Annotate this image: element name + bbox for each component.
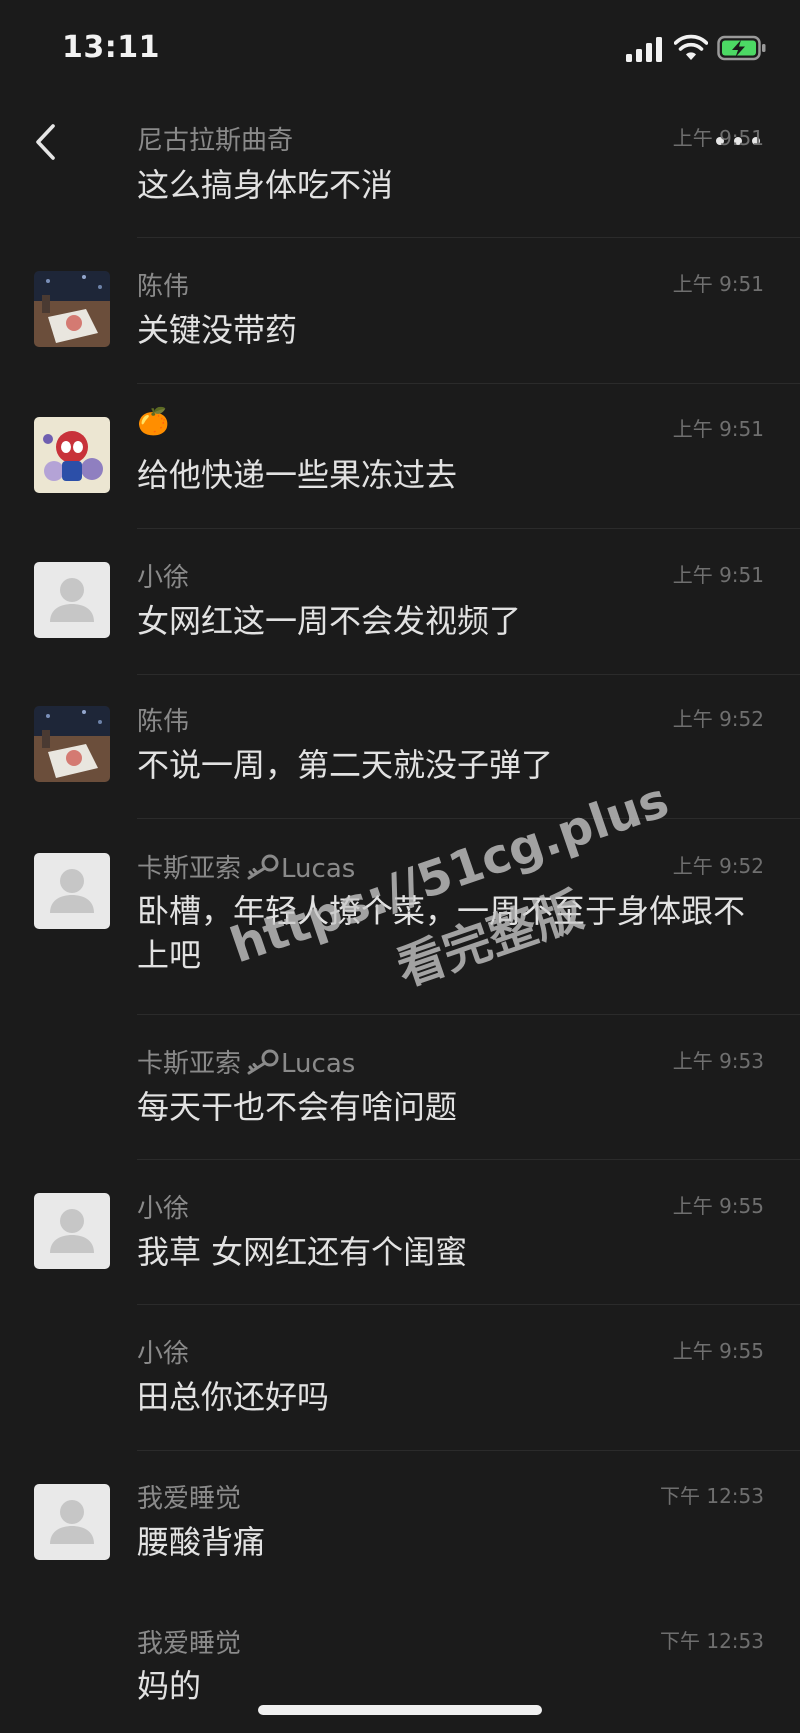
message-time: 上午 9:52: [672, 854, 764, 878]
key-icon: [247, 1049, 279, 1075]
message-text: 关键没带药: [137, 311, 298, 349]
list-item: 卡斯亚索 Lucas 上午 9:52 卧槽，年轻人撩个菜，一周不至于身体跟不上吧: [0, 819, 800, 1015]
message-time: 上午 9:55: [672, 1339, 764, 1363]
message-text: 田总你还好吗: [137, 1378, 330, 1416]
message-text: 卧槽，年轻人撩个菜，一周不至于身体跟不上吧: [137, 892, 746, 974]
message-time: 下午 12:53: [660, 1484, 764, 1508]
list-item: 小徐 上午 9:55 田总你还好吗: [0, 1305, 800, 1451]
sender-name: 小徐: [137, 1194, 190, 1224]
battery-charging-icon: [717, 35, 766, 61]
wifi-icon: [674, 34, 708, 60]
message-time: 上午 9:51: [672, 563, 764, 587]
message-time: 上午 9:55: [672, 1194, 764, 1218]
message-text: 妈的: [137, 1667, 202, 1705]
message-text: 腰酸背痛: [137, 1523, 266, 1561]
message-text: 给他快递一些果冻过去: [137, 456, 458, 494]
sender-name: 陈伟: [137, 707, 190, 737]
message-time: 上午 9:51: [672, 126, 764, 150]
list-item: 陈伟 上午 9:51 关键没带药: [0, 238, 800, 384]
sender-name-prefix: 卡斯亚索: [137, 1049, 242, 1079]
sender-name: 卡斯亚索 Lucas: [137, 1043, 355, 1080]
message-text: 不说一周，第二天就没子弹了: [137, 746, 554, 784]
sender-name: 卡斯亚索 Lucas: [137, 848, 355, 885]
avatar[interactable]: [34, 1484, 110, 1560]
message-time: 上午 9:52: [672, 707, 764, 731]
sender-name: 🍊: [137, 407, 170, 437]
list-item: 小徐 上午 9:51 女网红这一周不会发视频了: [0, 529, 800, 675]
avatar[interactable]: [34, 271, 110, 347]
list-item: 尼古拉斯曲奇 上午 9:51 这么搞身体吃不消: [0, 100, 800, 238]
message-text: 每天干也不会有啥问题: [137, 1088, 458, 1126]
message-text: 我草 女网红还有个闺蜜: [137, 1233, 468, 1271]
message-time: 上午 9:51: [672, 417, 764, 441]
list-item: 陈伟 上午 9:52 不说一周，第二天就没子弹了: [0, 675, 800, 819]
list-item: 🍊 上午 9:51 给他快递一些果冻过去: [0, 384, 800, 529]
list-item: 我爱睡觉 下午 12:53 腰酸背痛: [0, 1451, 800, 1596]
cellular-signal-icon: [626, 37, 662, 62]
message-text: 这么搞身体吃不消: [137, 166, 394, 204]
avatar[interactable]: [34, 417, 110, 493]
home-indicator[interactable]: [258, 1705, 542, 1715]
message-time: 上午 9:53: [672, 1049, 764, 1073]
avatar[interactable]: [34, 1193, 110, 1269]
sender-name: 小徐: [137, 1339, 190, 1369]
sender-name: 小徐: [137, 563, 190, 593]
avatar[interactable]: [34, 562, 110, 638]
message-text: 女网红这一周不会发视频了: [137, 602, 522, 640]
message-time: 上午 9:51: [672, 272, 764, 296]
sender-name: 尼古拉斯曲奇: [137, 126, 294, 156]
sender-name: 我爱睡觉: [137, 1484, 242, 1514]
status-bar: 13:11: [0, 0, 800, 100]
list-item: 卡斯亚索 Lucas 上午 9:53 每天干也不会有啥问题: [0, 1015, 800, 1160]
list-item: 小徐 上午 9:55 我草 女网红还有个闺蜜: [0, 1160, 800, 1305]
sender-name-suffix: Lucas: [281, 854, 356, 884]
avatar[interactable]: [34, 706, 110, 782]
sender-name-suffix: Lucas: [281, 1049, 356, 1079]
key-icon: [247, 854, 279, 880]
avatar[interactable]: [34, 853, 110, 929]
message-list: 尼古拉斯曲奇 上午 9:51 这么搞身体吃不消 陈伟 上午 9:51 关键没带药: [0, 100, 800, 1726]
status-time: 13:11: [62, 30, 160, 65]
message-time: 下午 12:53: [660, 1629, 764, 1653]
sender-name: 我爱睡觉: [137, 1629, 242, 1659]
sender-name-prefix: 卡斯亚索: [137, 854, 242, 884]
sender-name: 陈伟: [137, 272, 190, 302]
